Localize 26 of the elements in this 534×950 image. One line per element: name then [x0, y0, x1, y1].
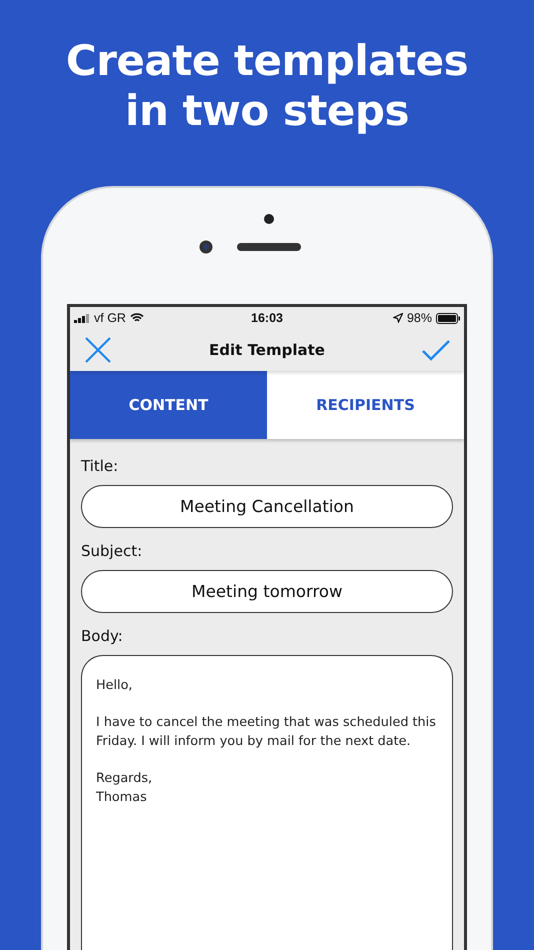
- input-field[interactable]: Meeting Cancellation: [81, 485, 453, 528]
- headline: in two steps: [125, 86, 409, 136]
- body-text: I have to cancel the meeting that was scheduled this Friday. I will inform you by mail for the next date.: [96, 714, 437, 751]
- battery-icon: [436, 312, 460, 324]
- screen-title: Edit Template: [209, 341, 325, 359]
- save-button[interactable]: [422, 339, 450, 361]
- field-label: Body:: [81, 627, 124, 645]
- field-label: Title:: [81, 457, 120, 475]
- body-field[interactable]: Hello, I have to cancel the meeting that was scheduled this Friday. I will inform you by mail for the next date. Regards, Thomas: [81, 655, 453, 950]
- tab[interactable]: CONTENT: [70, 371, 267, 439]
- tab[interactable]: RECIPIENTS: [267, 371, 464, 439]
- clock: 16:03: [251, 311, 283, 325]
- input-field[interactable]: Meeting tomorrow: [81, 570, 453, 613]
- headline: Create templates: [66, 36, 468, 86]
- speaker-icon: [237, 243, 301, 251]
- location-icon: [392, 313, 403, 323]
- body-text: Hello,: [96, 677, 134, 695]
- field-label: Subject:: [81, 542, 144, 560]
- carrier-name: vf GR: [94, 311, 126, 325]
- lens-icon: [199, 240, 213, 254]
- close-button[interactable]: [84, 336, 112, 364]
- body-text: Regards, Thomas: [96, 770, 154, 807]
- camera-icon: [264, 214, 274, 224]
- battery-percent: 98%: [406, 311, 432, 325]
- signal-icon: [74, 314, 90, 322]
- wifi-icon: [130, 313, 144, 323]
